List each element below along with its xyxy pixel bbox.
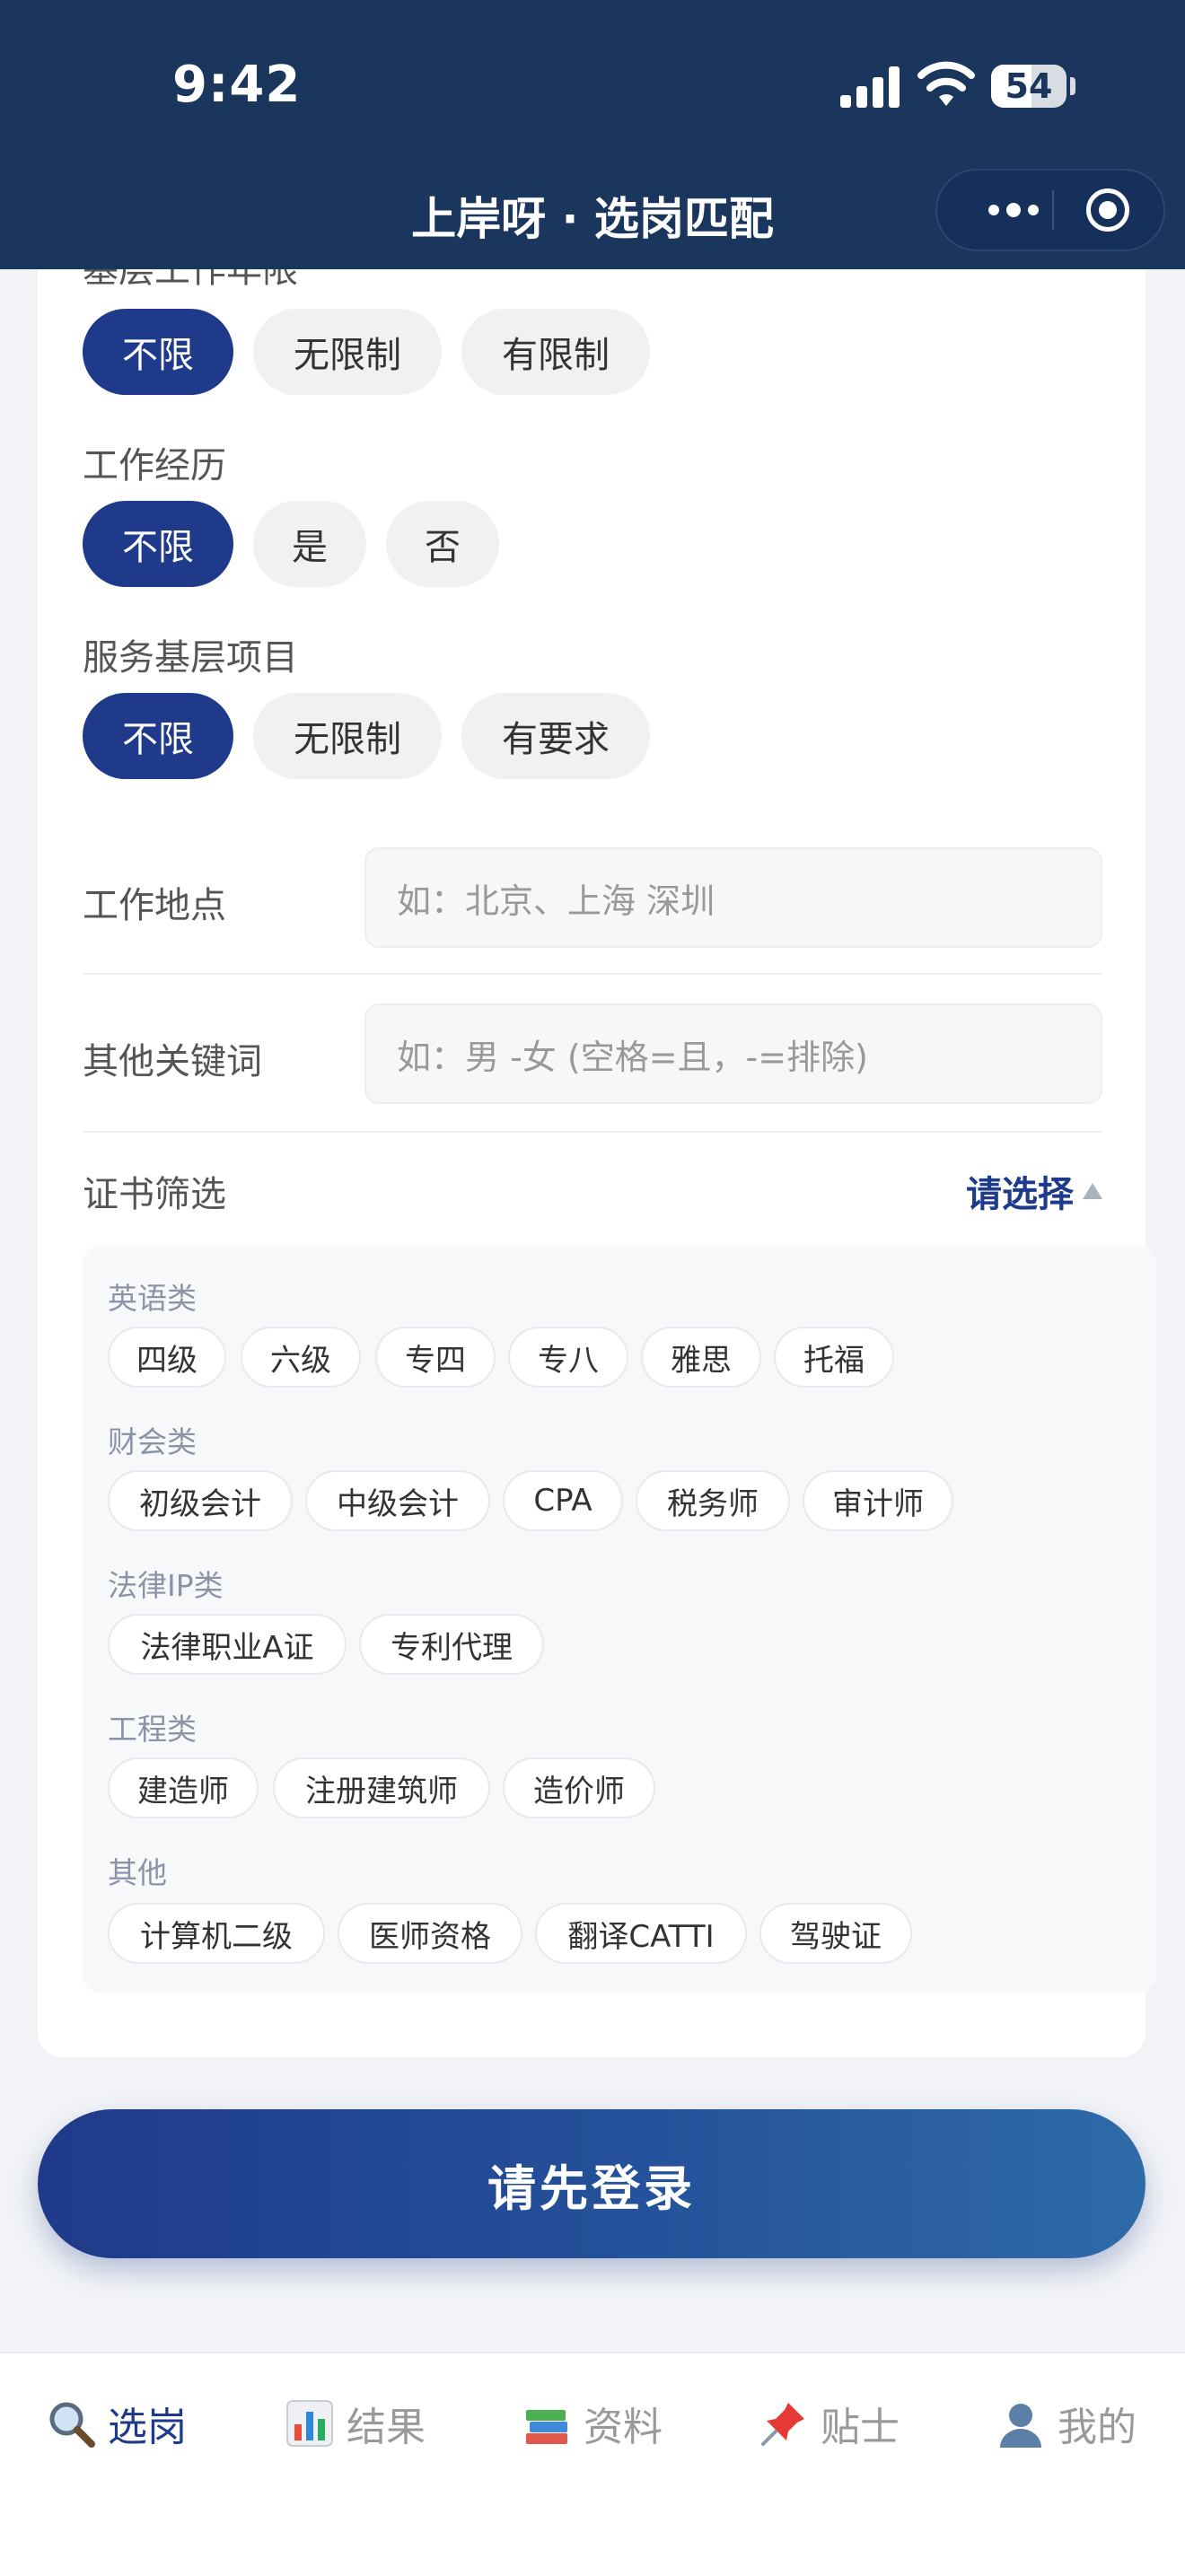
location-input[interactable]: 如：北京、上海 深圳 bbox=[364, 847, 1102, 948]
grassroots-years-limited-chip[interactable]: 有限制 bbox=[461, 309, 650, 395]
grassroots-years-none-chip[interactable]: 无限制 bbox=[253, 309, 442, 395]
cert-tag[interactable]: 中级会计 bbox=[305, 1470, 490, 1531]
service-project-label: 服务基层项目 bbox=[83, 637, 298, 679]
tab-mine[interactable]: 我的 bbox=[995, 2388, 1137, 2459]
cert-tag[interactable]: 审计师 bbox=[803, 1470, 953, 1531]
cert-tag[interactable]: 托福 bbox=[774, 1327, 894, 1388]
tab-results[interactable]: 结果 bbox=[284, 2388, 426, 2459]
bar-chart-icon bbox=[286, 2400, 333, 2447]
cert-tag[interactable]: 六级 bbox=[241, 1327, 361, 1388]
user-icon bbox=[1000, 2404, 1041, 2448]
service-required-chip[interactable]: 有要求 bbox=[461, 693, 650, 779]
cert-choose-toggle[interactable]: 请选择 bbox=[966, 1165, 1102, 1217]
more-dots-icon[interactable] bbox=[973, 171, 1054, 250]
tab-label: 选岗 bbox=[108, 2405, 187, 2450]
cert-category-label: 英语类 bbox=[108, 1281, 197, 1316]
tab-select-job[interactable]: 选岗 bbox=[45, 2388, 187, 2459]
cert-tag[interactable]: 建造师 bbox=[108, 1757, 259, 1818]
books-icon bbox=[526, 2410, 567, 2444]
service-none-chip[interactable]: 无限制 bbox=[253, 693, 442, 779]
mini-program-capsule bbox=[935, 169, 1165, 251]
cert-tag[interactable]: 税务师 bbox=[636, 1470, 790, 1531]
caret-up-icon bbox=[1083, 1183, 1102, 1199]
tab-label: 资料 bbox=[584, 2405, 663, 2450]
battery-icon: 54 bbox=[991, 65, 1066, 108]
grassroots-years-unlimited-chip[interactable]: 不限 bbox=[83, 309, 233, 395]
login-button[interactable]: 请先登录 bbox=[38, 2109, 1146, 2258]
cert-category-label: 工程类 bbox=[108, 1712, 197, 1747]
tab-tips[interactable]: 贴士 bbox=[758, 2388, 900, 2459]
battery-level: 54 bbox=[1005, 66, 1053, 106]
cert-tag[interactable]: 造价师 bbox=[503, 1757, 655, 1818]
magnifier-icon bbox=[49, 2402, 95, 2448]
cert-tag[interactable]: 四级 bbox=[108, 1327, 226, 1388]
tab-label: 贴士 bbox=[821, 2405, 900, 2450]
battery-tip bbox=[1070, 77, 1075, 95]
cert-tag[interactable]: 法律职业A证 bbox=[108, 1614, 347, 1675]
cert-tag[interactable]: 专八 bbox=[508, 1327, 628, 1388]
top-bar: 9:42 54 上岸呀 · 选岗匹配 bbox=[0, 0, 1185, 269]
cert-category-label: 法律IP类 bbox=[108, 1568, 224, 1603]
work-exp-unlimited-chip[interactable]: 不限 bbox=[83, 501, 233, 587]
pushpin-icon bbox=[761, 2403, 804, 2446]
tab-label: 我的 bbox=[1058, 2405, 1137, 2450]
capsule-divider bbox=[1052, 190, 1054, 230]
cert-tag[interactable]: 专利代理 bbox=[359, 1614, 544, 1675]
cert-tag[interactable]: 驾驶证 bbox=[759, 1903, 912, 1964]
cert-tag[interactable]: 医师资格 bbox=[338, 1903, 522, 1964]
cert-category-label: 其他 bbox=[108, 1855, 167, 1890]
bottom-tab-bar: 选岗 结果 资料 贴士 我的 bbox=[0, 2352, 1185, 2576]
work-experience-label: 工作经历 bbox=[83, 445, 226, 486]
keywords-input[interactable]: 如：男 -女 (空格=且，-=排除) bbox=[364, 1003, 1102, 1104]
cert-tag[interactable]: 初级会计 bbox=[108, 1470, 293, 1531]
cert-tag[interactable]: 雅思 bbox=[641, 1327, 761, 1388]
cellular-signal-icon bbox=[840, 65, 901, 108]
cert-tag[interactable]: CPA bbox=[503, 1470, 623, 1531]
cert-tag[interactable]: 计算机二级 bbox=[108, 1903, 325, 1964]
wifi-icon bbox=[917, 61, 975, 106]
divider bbox=[83, 973, 1102, 975]
close-target-icon[interactable] bbox=[1086, 188, 1129, 232]
cert-tag[interactable]: 注册建筑师 bbox=[273, 1757, 490, 1818]
cert-choose-label: 请选择 bbox=[966, 1174, 1074, 1215]
work-exp-yes-chip[interactable]: 是 bbox=[253, 501, 366, 587]
cert-tag[interactable]: 翻译CATTI bbox=[535, 1903, 747, 1964]
work-exp-no-chip[interactable]: 否 bbox=[386, 501, 499, 587]
cert-category-label: 财会类 bbox=[108, 1424, 197, 1459]
divider bbox=[83, 1131, 1102, 1133]
tab-label: 结果 bbox=[347, 2405, 426, 2450]
status-time: 9:42 bbox=[172, 56, 302, 114]
tab-materials[interactable]: 资料 bbox=[521, 2388, 663, 2459]
keywords-label: 其他关键词 bbox=[83, 1041, 262, 1082]
location-label: 工作地点 bbox=[83, 885, 226, 926]
cert-filter-label: 证书筛选 bbox=[83, 1174, 226, 1215]
service-unlimited-chip[interactable]: 不限 bbox=[83, 693, 233, 779]
cert-tag[interactable]: 专四 bbox=[375, 1327, 496, 1388]
